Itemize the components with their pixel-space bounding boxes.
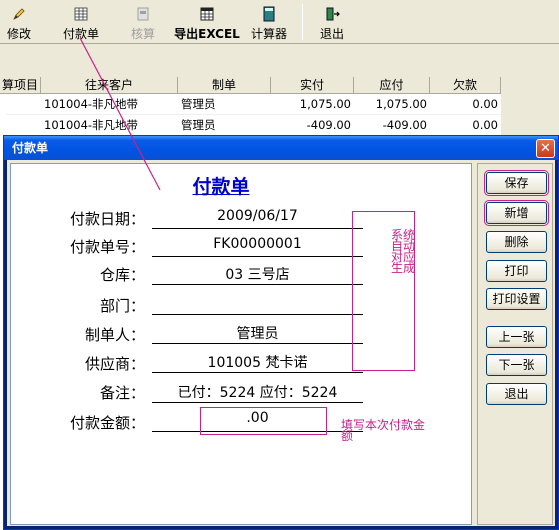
annotation-arrow — [79, 37, 161, 191]
